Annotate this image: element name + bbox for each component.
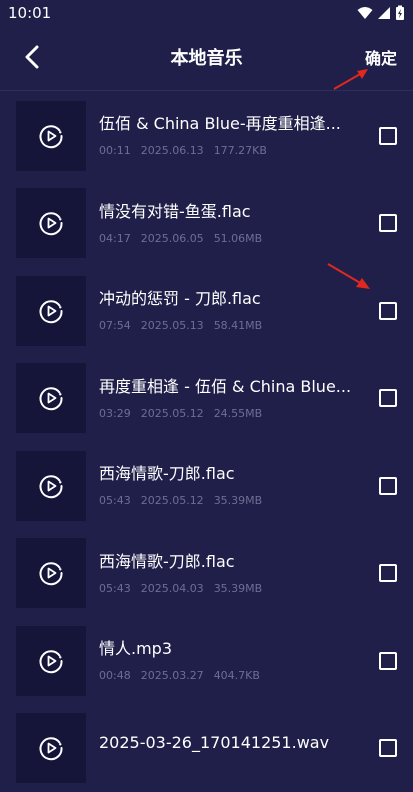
track-duration: 04:17 bbox=[99, 232, 131, 245]
track-duration: 05:43 bbox=[99, 494, 131, 507]
track-info: 情没有对错-鱼蛋.flac 04:17 2025.06.05 51.06MB bbox=[99, 202, 365, 245]
header: 本地音乐 确定 bbox=[0, 26, 413, 88]
track-info: 冲动的惩罚 - 刀郎.flac 07:54 2025.05.13 58.41MB bbox=[99, 289, 365, 332]
track-name: 西海情歌-刀郎.flac bbox=[99, 464, 365, 484]
list-item[interactable]: 情人.mp3 00:48 2025.03.27 404.7KB bbox=[0, 617, 413, 705]
select-checkbox[interactable] bbox=[379, 477, 397, 495]
play-circle-icon bbox=[38, 473, 64, 499]
track-info: 情人.mp3 00:48 2025.03.27 404.7KB bbox=[99, 639, 365, 682]
track-thumbnail bbox=[16, 713, 86, 783]
status-bar: 10:01 bbox=[0, 0, 413, 26]
track-name: 冲动的惩罚 - 刀郎.flac bbox=[99, 289, 365, 309]
play-circle-icon bbox=[38, 123, 64, 149]
select-checkbox[interactable] bbox=[379, 652, 397, 670]
wifi-icon bbox=[357, 6, 373, 20]
battery-icon bbox=[395, 5, 405, 21]
list-item[interactable]: 2025-03-26_170141251.wav bbox=[0, 705, 413, 792]
track-size: 177.27KB bbox=[214, 144, 267, 157]
music-list: 伍佰 & China Blue-再度重相逢... 00:11 2025.06.13 1… bbox=[0, 92, 413, 792]
select-checkbox[interactable] bbox=[379, 214, 397, 232]
track-size: 404.7KB bbox=[214, 669, 260, 682]
list-item[interactable]: 西海情歌-刀郎.flac 05:43 2025.05.12 35.39MB bbox=[0, 442, 413, 530]
track-info: 西海情歌-刀郎.flac 05:43 2025.04.03 35.39MB bbox=[99, 552, 365, 595]
track-duration: 05:43 bbox=[99, 582, 131, 595]
track-size: 35.39MB bbox=[214, 582, 263, 595]
track-name: 再度重相逢 - 伍佰 & China Blue... bbox=[99, 377, 365, 397]
track-meta: 03:29 2025.05.12 24.55MB bbox=[99, 407, 365, 420]
track-info: 2025-03-26_170141251.wav bbox=[99, 733, 365, 763]
track-size: 35.39MB bbox=[214, 494, 263, 507]
track-thumbnail bbox=[16, 363, 86, 433]
track-thumbnail bbox=[16, 538, 86, 608]
select-checkbox[interactable] bbox=[379, 127, 397, 145]
track-size: 24.55MB bbox=[214, 407, 263, 420]
track-name: 伍佰 & China Blue-再度重相逢... bbox=[99, 114, 365, 134]
list-item[interactable]: 情没有对错-鱼蛋.flac 04:17 2025.06.05 51.06MB bbox=[0, 180, 413, 268]
track-meta: 04:17 2025.06.05 51.06MB bbox=[99, 232, 365, 245]
track-date: 2025.05.13 bbox=[141, 319, 204, 332]
track-meta: 05:43 2025.05.12 35.39MB bbox=[99, 494, 365, 507]
track-meta: 00:48 2025.03.27 404.7KB bbox=[99, 669, 365, 682]
status-time: 10:01 bbox=[8, 4, 51, 22]
play-circle-icon bbox=[38, 385, 64, 411]
header-divider bbox=[0, 90, 413, 91]
track-date: 2025.06.05 bbox=[141, 232, 204, 245]
select-checkbox[interactable] bbox=[379, 739, 397, 757]
track-meta: 05:43 2025.04.03 35.39MB bbox=[99, 582, 365, 595]
track-duration: 03:29 bbox=[99, 407, 131, 420]
play-circle-icon bbox=[38, 648, 64, 674]
track-meta: 00:11 2025.06.13 177.27KB bbox=[99, 144, 365, 157]
track-date: 2025.03.27 bbox=[141, 669, 204, 682]
track-thumbnail bbox=[16, 101, 86, 171]
track-thumbnail bbox=[16, 276, 86, 346]
signal-icon bbox=[377, 6, 391, 20]
list-item[interactable]: 伍佰 & China Blue-再度重相逢... 00:11 2025.06.13 1… bbox=[0, 92, 413, 180]
back-button[interactable] bbox=[16, 41, 48, 73]
track-date: 2025.04.03 bbox=[141, 582, 204, 595]
track-name: 情人.mp3 bbox=[99, 639, 365, 659]
track-info: 伍佰 & China Blue-再度重相逢... 00:11 2025.06.13 1… bbox=[99, 114, 365, 157]
chevron-left-icon bbox=[24, 45, 40, 69]
track-name: 2025-03-26_170141251.wav bbox=[99, 733, 365, 753]
select-checkbox[interactable] bbox=[379, 564, 397, 582]
track-name: 西海情歌-刀郎.flac bbox=[99, 552, 365, 572]
track-size: 58.41MB bbox=[214, 319, 263, 332]
play-circle-icon bbox=[38, 210, 64, 236]
track-info: 再度重相逢 - 伍佰 & China Blue... 03:29 2025.05.1… bbox=[99, 377, 365, 420]
track-date: 2025.06.13 bbox=[141, 144, 204, 157]
track-size: 51.06MB bbox=[214, 232, 263, 245]
page-title: 本地音乐 bbox=[170, 44, 242, 70]
track-duration: 07:54 bbox=[99, 319, 131, 332]
list-item[interactable]: 再度重相逢 - 伍佰 & China Blue... 03:29 2025.05.1… bbox=[0, 355, 413, 443]
track-thumbnail bbox=[16, 626, 86, 696]
list-item[interactable]: 冲动的惩罚 - 刀郎.flac 07:54 2025.05.13 58.41MB bbox=[0, 267, 413, 355]
select-checkbox[interactable] bbox=[379, 389, 397, 407]
confirm-button[interactable]: 确定 bbox=[365, 45, 397, 69]
play-circle-icon bbox=[38, 298, 64, 324]
play-circle-icon bbox=[38, 735, 64, 761]
track-info: 西海情歌-刀郎.flac 05:43 2025.05.12 35.39MB bbox=[99, 464, 365, 507]
track-name: 情没有对错-鱼蛋.flac bbox=[99, 202, 365, 222]
track-thumbnail bbox=[16, 451, 86, 521]
track-date: 2025.05.12 bbox=[141, 494, 204, 507]
select-checkbox[interactable] bbox=[379, 302, 397, 320]
track-duration: 00:11 bbox=[99, 144, 131, 157]
track-date: 2025.05.12 bbox=[141, 407, 204, 420]
status-icons bbox=[357, 5, 405, 21]
list-item[interactable]: 西海情歌-刀郎.flac 05:43 2025.04.03 35.39MB bbox=[0, 530, 413, 618]
track-duration: 00:48 bbox=[99, 669, 131, 682]
play-circle-icon bbox=[38, 560, 64, 586]
track-meta: 07:54 2025.05.13 58.41MB bbox=[99, 319, 365, 332]
track-thumbnail bbox=[16, 188, 86, 258]
